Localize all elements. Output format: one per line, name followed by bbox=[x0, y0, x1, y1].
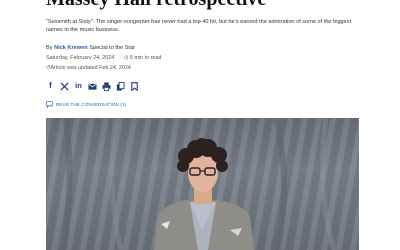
share-bar: f in bbox=[46, 80, 139, 92]
article-deck: “Sexsmith at Sixty”: The singer-songwrit… bbox=[46, 19, 352, 33]
article-headline: Massey Hall retrospective bbox=[46, 0, 266, 11]
facebook-icon[interactable]: f bbox=[46, 82, 55, 91]
clock-icon: ◷ bbox=[123, 55, 129, 61]
updated-note: ↺Article was updated Feb 24, 2024 bbox=[46, 65, 131, 71]
print-icon[interactable] bbox=[102, 81, 111, 91]
author-link[interactable]: Nick Krewen bbox=[54, 45, 88, 51]
comment-icon bbox=[46, 101, 53, 108]
article-photo bbox=[46, 118, 359, 250]
read-conversation-link[interactable]: READ THE CONVERSATION (1) bbox=[46, 101, 126, 108]
byline-affiliation: Special to the Star bbox=[89, 45, 135, 51]
updated-text: Article was updated Feb 24, 2024 bbox=[50, 65, 131, 71]
read-conversation-label: READ THE CONVERSATION (1) bbox=[56, 102, 127, 107]
dateline: Saturday, February 24, 2024 ◷ 5 min to r… bbox=[46, 55, 161, 61]
portrait-illustration bbox=[61, 118, 337, 250]
copy-icon[interactable] bbox=[116, 81, 125, 91]
x-icon[interactable] bbox=[60, 81, 69, 91]
byline: By Nick Krewen Special to the Star bbox=[46, 45, 135, 51]
read-time: 5 min to read bbox=[129, 55, 162, 61]
bookmark-icon[interactable] bbox=[130, 81, 139, 91]
byline-prefix: By bbox=[46, 45, 53, 51]
linkedin-icon[interactable]: in bbox=[74, 82, 83, 91]
publish-date: Saturday, February 24, 2024 bbox=[46, 55, 115, 61]
email-icon[interactable] bbox=[88, 82, 97, 91]
